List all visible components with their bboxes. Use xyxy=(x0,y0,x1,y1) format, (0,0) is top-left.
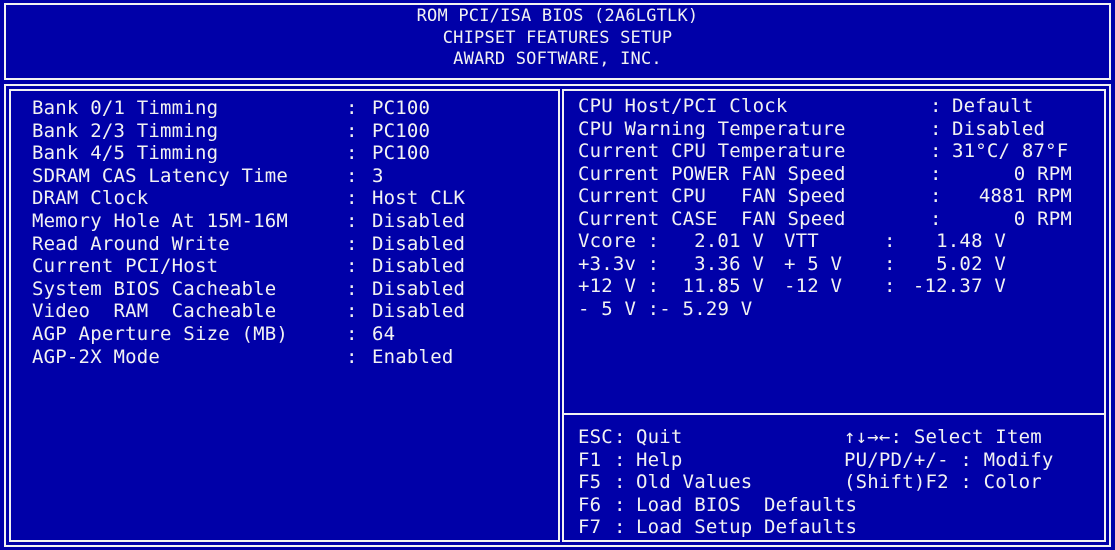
setting-label: Read Around Write xyxy=(32,232,230,255)
setting-row[interactable]: AGP Aperture Size (MB):64 xyxy=(32,323,552,346)
setting-value[interactable]: Disabled xyxy=(372,233,465,256)
key-description: Load Setup Defaults xyxy=(636,516,858,539)
voltage-label: - 5 V xyxy=(578,297,637,320)
setting-value[interactable]: Default xyxy=(952,95,1072,118)
monitor-label: Current CASE FAN Speed xyxy=(578,207,846,230)
voltage-row: +3.3v :3.36 V + 5 V:5.02 V xyxy=(578,252,1006,275)
bios-title: ROM PCI/ISA BIOS (2A6LGTLK) xyxy=(416,6,699,26)
voltage-label: +3.3v xyxy=(578,252,637,275)
monitor-value: 0 RPM xyxy=(1013,207,1072,230)
setting-label: System BIOS Cacheable xyxy=(32,277,277,300)
setting-row[interactable]: Read Around Write: Disabled xyxy=(32,233,552,256)
monitor-label: Current CPU FAN Speed xyxy=(578,185,846,207)
vendor-name: AWARD SOFTWARE, INC. xyxy=(453,49,662,69)
voltage-label: -12 V xyxy=(784,275,843,297)
setting-value[interactable]: PC100 xyxy=(372,97,430,120)
key-label: F5 xyxy=(578,471,602,494)
key-description: Quit xyxy=(636,426,683,448)
monitor-value: 0 RPM xyxy=(1013,162,1072,185)
chipset-settings-list: Bank 0/1 Timming: PC100 Bank 2/3 Timming:… xyxy=(32,97,552,368)
setting-row[interactable]: DRAM Clock: Host CLK xyxy=(32,187,552,210)
monitor-value: 31°C/ 87°F xyxy=(952,140,1069,162)
help-row: F5: Old Values (Shift)F2 : Color xyxy=(578,471,1042,494)
setting-value[interactable]: Host CLK xyxy=(372,187,465,210)
setting-row[interactable]: Bank 0/1 Timming: PC100 xyxy=(32,97,552,120)
monitor-row: Current CASE FAN Speed:0 RPM xyxy=(578,207,1072,230)
setting-row[interactable]: Current PCI/Host: Disabled xyxy=(32,255,552,278)
voltage-value: 1.48 V xyxy=(936,230,1006,252)
monitor-label: Current POWER FAN Speed xyxy=(578,162,846,185)
monitor-row: Current CPU FAN Speed:4881 RPM xyxy=(578,185,1072,207)
key-label: F7 xyxy=(578,516,602,539)
setting-label: AGP-2X Mode xyxy=(32,345,161,368)
setting-value[interactable]: PC100 xyxy=(372,142,430,165)
key-description: Help xyxy=(636,448,683,471)
setting-row[interactable]: Memory Hole At 15M-16M: Disabled xyxy=(32,210,552,233)
bios-header: ROM PCI/ISA BIOS (2A6LGTLK) CHIPSET FEAT… xyxy=(0,6,1115,71)
setting-value[interactable]: Disabled xyxy=(372,300,465,323)
setting-row[interactable]: CPU Warning Temperature: Disabled xyxy=(578,118,1108,141)
voltage-value: -12.37 V xyxy=(912,275,1006,297)
monitor-label: Current CPU Temperature xyxy=(578,140,846,162)
voltage-value: 3.36 V xyxy=(694,252,764,275)
setting-label: Bank 0/1 Timming xyxy=(32,97,219,119)
setting-row[interactable]: SDRAM CAS Latency Time:3 xyxy=(32,165,552,188)
setting-label: CPU Host/PCI Clock xyxy=(578,95,788,117)
key-description: Load BIOS Defaults xyxy=(636,493,858,516)
key-label: F6 xyxy=(578,493,602,516)
setting-row[interactable]: CPU Host/PCI Clock: Default xyxy=(578,95,1108,118)
voltage-label: VTT xyxy=(784,230,819,252)
setting-value[interactable]: 3 xyxy=(372,165,384,188)
voltage-row: +12 V :11.85 V -12 V: -12.37 V xyxy=(578,275,1006,297)
setting-label: Video RAM Cacheable xyxy=(32,300,277,323)
voltage-value: 5.02 V xyxy=(936,252,1006,275)
setting-value[interactable]: Disabled xyxy=(952,118,1072,141)
voltage-value: 11.85 V xyxy=(682,275,764,297)
setting-label: Memory Hole At 15M-16M xyxy=(32,209,289,232)
key-description: Old Values xyxy=(636,471,753,494)
key-hint: PU/PD/+/- : Modify xyxy=(844,448,1054,471)
setting-label: AGP Aperture Size (MB) xyxy=(32,322,289,345)
setting-label: DRAM Clock xyxy=(32,187,149,210)
key-hint: ↑↓→←: Select Item xyxy=(844,426,1042,448)
setting-label: CPU Warning Temperature xyxy=(578,117,846,140)
monitor-row: Current CPU Temperature:31°C/ 87°F xyxy=(578,140,1108,163)
monitor-row: Current POWER FAN Speed:0 RPM xyxy=(578,162,1072,185)
setting-label: Bank 2/3 Timming xyxy=(32,119,219,142)
setting-label: SDRAM CAS Latency Time xyxy=(32,164,289,187)
bios-screen: ROM PCI/ISA BIOS (2A6LGTLK) CHIPSET FEAT… xyxy=(0,0,1115,550)
key-label: F1 xyxy=(578,448,602,471)
setup-title: CHIPSET FEATURES SETUP xyxy=(442,27,673,48)
setting-row[interactable]: Bank 4/5 Timming: PC100 xyxy=(32,142,552,165)
setting-value[interactable]: PC100 xyxy=(372,120,430,143)
voltage-label: Vcore xyxy=(578,230,637,252)
voltage-value: 2.01 V xyxy=(694,230,764,252)
key-help-legend: ESC: Quit ↑↓→←: Select Item F1: Help PU/PD/+… xyxy=(578,426,1108,539)
voltage-row: Vcore :2.01 V VTT:1.48 V xyxy=(578,230,1006,252)
help-row: ESC: Quit ↑↓→←: Select Item xyxy=(578,426,1042,448)
voltage-label: + 5 V xyxy=(784,252,843,275)
setting-label: Current PCI/Host xyxy=(32,255,219,278)
right-panel-divider xyxy=(562,413,1106,415)
hardware-monitor-list: CPU Host/PCI Clock: Default CPU Warning T… xyxy=(578,95,1108,320)
setting-value[interactable]: Disabled xyxy=(372,255,465,278)
setting-value[interactable]: Enabled xyxy=(372,346,453,369)
setting-row[interactable]: Video RAM Cacheable: Disabled xyxy=(32,300,552,323)
setting-value[interactable]: Disabled xyxy=(372,278,465,301)
setting-value[interactable]: 64 xyxy=(372,323,395,346)
key-label: ESC xyxy=(578,426,613,448)
monitor-value: 4881 RPM xyxy=(978,185,1072,207)
setting-row[interactable]: System BIOS Cacheable: Disabled xyxy=(32,278,552,301)
voltage-label: +12 V xyxy=(578,275,637,297)
voltage-value: - 5.29 V xyxy=(659,297,753,320)
help-row: F7: Load Setup Defaults xyxy=(578,516,858,539)
help-row: F6: Load BIOS Defaults xyxy=(578,493,858,516)
setting-value[interactable]: Disabled xyxy=(372,210,465,233)
key-hint: (Shift)F2 : Color xyxy=(844,471,1042,494)
setting-label: Bank 4/5 Timming xyxy=(32,142,219,165)
help-row: F1: Help PU/PD/+/- : Modify xyxy=(578,448,1054,471)
setting-row[interactable]: Bank 2/3 Timming: PC100 xyxy=(32,120,552,143)
voltage-row: - 5 V :- 5.29 V xyxy=(578,297,753,320)
setting-row[interactable]: AGP-2X Mode: Enabled xyxy=(32,346,552,369)
